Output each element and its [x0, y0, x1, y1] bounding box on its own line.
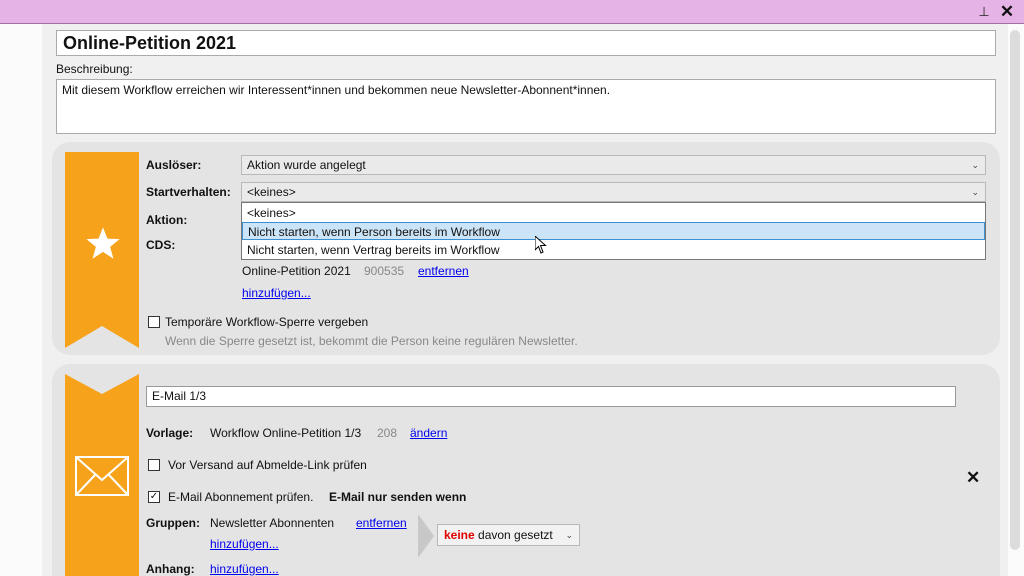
template-id: 208 — [377, 426, 398, 440]
groups-label: Gruppen: — [146, 516, 200, 530]
group-remove-link[interactable]: entfernen — [356, 516, 407, 530]
workflow-lock-hint: Wenn die Sperre gesetzt ist, bekommt die… — [165, 334, 578, 348]
subscription-check-checkbox[interactable]: ✓ — [148, 491, 160, 503]
cds-item-id: 900535 — [364, 264, 405, 278]
group-add-link[interactable]: hinzufügen... — [210, 537, 279, 551]
condition-keyword: keine — [444, 528, 475, 542]
chevron-down-icon: ⌄ — [565, 530, 573, 540]
email-step-name-input[interactable]: E-Mail 1/3 — [146, 386, 956, 407]
trigger-select[interactable]: Aktion wurde angelegt ⌄ — [241, 155, 986, 175]
dropdown-option-selected[interactable]: Nicht starten, wenn Person bereits im Wo… — [242, 222, 985, 240]
condition-rest: davon gesetzt — [474, 528, 553, 542]
remove-step-button[interactable]: ✕ — [966, 468, 980, 488]
description-textarea[interactable]: Mit diesem Workflow erreichen wir Intere… — [56, 79, 996, 134]
scrollbar-thumb[interactable] — [1010, 30, 1020, 550]
start-behavior-select[interactable]: <keines> ⌄ — [241, 182, 986, 202]
workflow-lock-label: Temporäre Workflow-Sperre vergeben — [165, 315, 369, 329]
cds-add-link[interactable]: hinzufügen... — [242, 286, 311, 300]
subscription-check-label: E-Mail Abonnement prüfen. — [168, 490, 314, 504]
template-label: Vorlage: — [146, 426, 194, 440]
cds-label: CDS: — [146, 238, 176, 252]
cds-remove-link[interactable]: entfernen — [418, 264, 469, 278]
group-name: Newsletter Abonnenten — [210, 516, 335, 530]
trigger-label: Auslöser: — [146, 158, 202, 172]
workflow-title-input[interactable]: Online-Petition 2021 — [56, 30, 996, 56]
unsubscribe-check-label: Vor Versand auf Abmelde-Link prüfen — [168, 458, 367, 472]
start-behavior-label: Startverhalten: — [146, 185, 231, 199]
send-only-if-label: E-Mail nur senden wenn — [329, 490, 467, 504]
action-label: Aktion: — [146, 213, 188, 227]
attachment-add-link[interactable]: hinzufügen... — [210, 562, 279, 576]
trigger-select-value: Aktion wurde angelegt — [247, 158, 366, 172]
pin-icon[interactable]: ⊥ — [976, 3, 992, 21]
workflow-lock-checkbox[interactable] — [148, 316, 160, 328]
dropdown-option[interactable]: <keines> — [242, 204, 985, 222]
unsubscribe-check-checkbox[interactable] — [148, 459, 160, 471]
chevron-down-icon: ⌄ — [971, 160, 979, 170]
left-margin — [0, 24, 42, 576]
envelope-icon — [75, 456, 129, 496]
template-change-link[interactable]: ändern — [410, 426, 447, 440]
dropdown-option[interactable]: Nicht starten, wenn Vertrag bereits im W… — [242, 241, 985, 259]
start-behavior-dropdown: <keines> Nicht starten, wenn Person bere… — [241, 202, 986, 260]
template-name: Workflow Online-Petition 1/3 — [210, 426, 362, 440]
start-behavior-value: <keines> — [247, 185, 296, 199]
cds-item-name: Online-Petition 2021 — [242, 264, 351, 278]
attachment-label: Anhang: — [146, 562, 195, 576]
mouse-cursor-icon — [535, 236, 547, 254]
chevron-down-icon: ⌄ — [971, 187, 979, 197]
close-window-button[interactable]: ✕ — [998, 2, 1016, 22]
condition-select[interactable]: keine davon gesetzt ⌄ — [437, 524, 580, 546]
star-icon — [86, 227, 120, 259]
window-titlebar — [0, 0, 1024, 24]
description-label: Beschreibung: — [56, 62, 133, 76]
